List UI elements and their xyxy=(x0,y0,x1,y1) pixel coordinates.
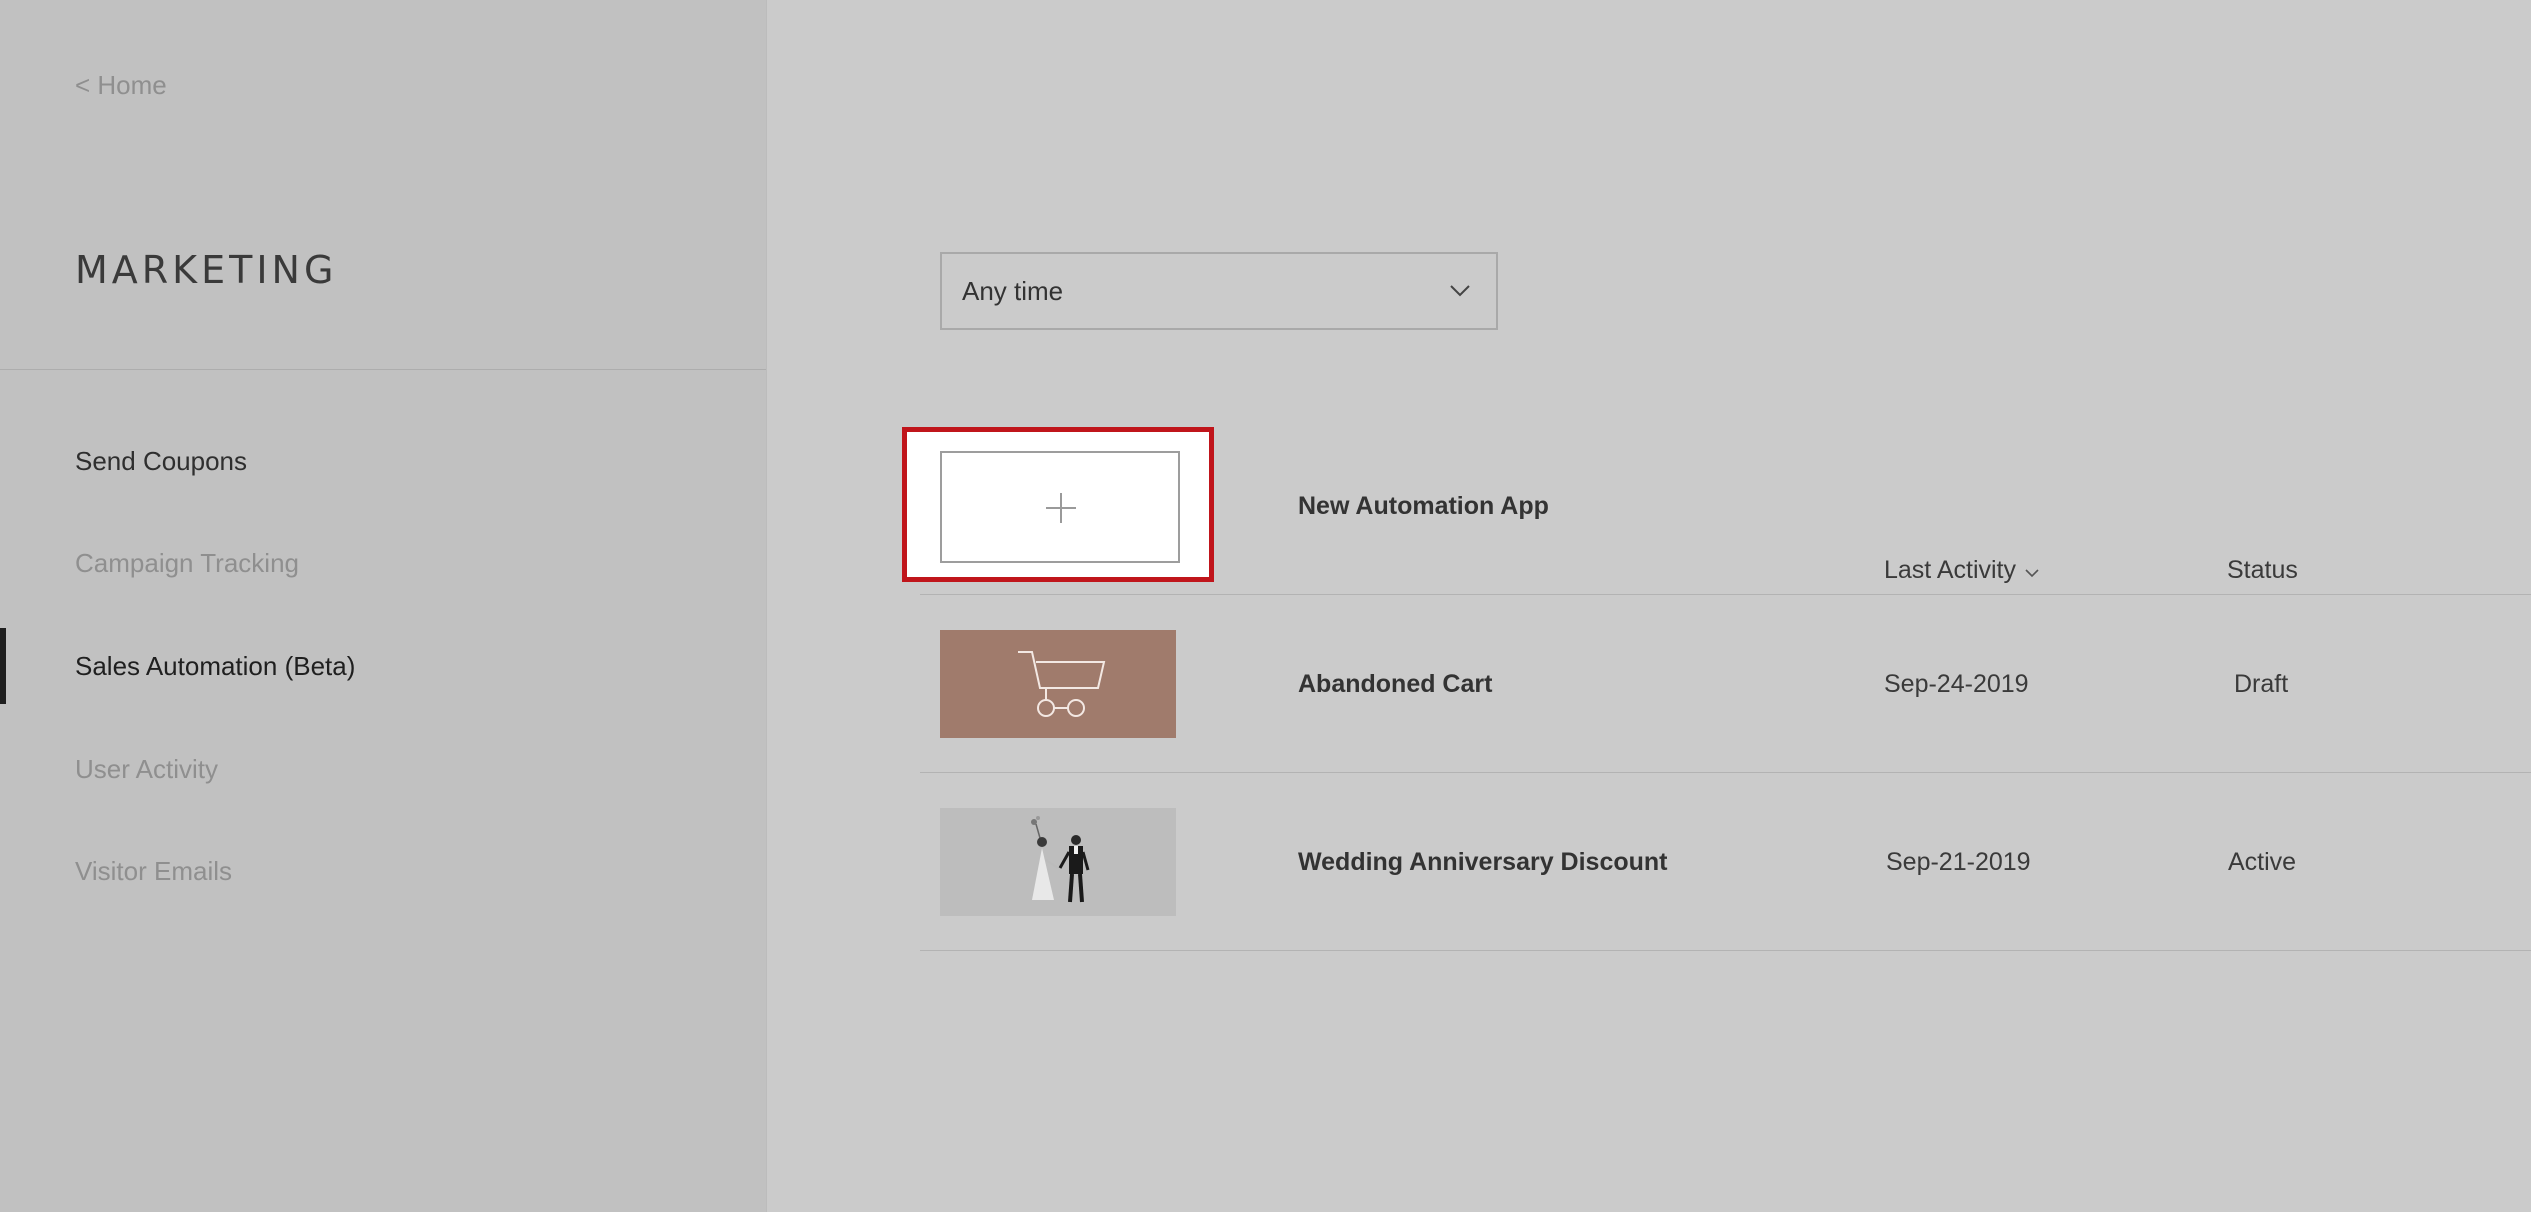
shopping-cart-icon xyxy=(1018,651,1106,717)
time-filter-dropdown[interactable]: Any time xyxy=(940,252,1498,330)
sidebar-item-sales-automation[interactable]: Sales Automation (Beta) xyxy=(75,646,355,686)
sidebar-item-user-activity[interactable]: User Activity xyxy=(75,749,218,789)
active-nav-indicator xyxy=(0,628,6,704)
abandoned-cart-thumbnail[interactable] xyxy=(940,630,1176,738)
new-automation-app-tile[interactable] xyxy=(940,451,1180,563)
row-divider xyxy=(920,594,2531,595)
row-name-wedding-anniversary-discount[interactable]: Wedding Anniversary Discount xyxy=(1298,848,1668,877)
row-date: Sep-24-2019 xyxy=(1884,670,2029,698)
home-back-link[interactable]: < Home xyxy=(75,70,167,101)
sidebar-divider xyxy=(0,369,766,370)
status-badge: Active xyxy=(2228,848,2297,876)
sidebar-item-campaign-tracking[interactable]: Campaign Tracking xyxy=(75,543,299,583)
row-name-abandoned-cart[interactable]: Abandoned Cart xyxy=(1298,670,1492,699)
wedding-couple-illustration xyxy=(1031,816,1090,903)
last-activity-header-label: Last Activity xyxy=(1884,556,2016,584)
row-divider xyxy=(920,772,2531,773)
sidebar: < Home MARKETING Send Coupons Campaign T… xyxy=(0,0,767,1212)
row-date: Sep-21-2019 xyxy=(1886,848,2031,876)
status-badge: Draft xyxy=(2234,670,2289,698)
row-divider xyxy=(920,950,2531,951)
sidebar-item-visitor-emails[interactable]: Visitor Emails xyxy=(75,851,232,891)
wedding-anniversary-thumbnail[interactable] xyxy=(940,808,1176,916)
plus-icon xyxy=(1046,493,1076,523)
time-filter-value: Any time xyxy=(962,276,1064,306)
last-activity-column-header[interactable]: Last Activity xyxy=(1884,556,2040,585)
status-column-header: Status xyxy=(2227,556,2298,584)
chevron-down-icon xyxy=(2025,568,2039,577)
chevron-down-icon xyxy=(1450,285,1470,297)
sidebar-item-send-coupons[interactable]: Send Coupons xyxy=(75,441,247,481)
section-title: MARKETING xyxy=(75,248,338,292)
new-automation-app-label[interactable]: New Automation App xyxy=(1298,492,1549,521)
